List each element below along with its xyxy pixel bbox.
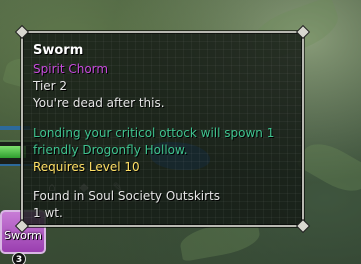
slot-count-badge: 3 xyxy=(12,252,26,264)
game-scene: ⌂ ◆ ✎ Sworm 3 Sworm Spirit Chorm Tier 2 … xyxy=(0,0,361,264)
item-name: Sworm xyxy=(33,43,84,58)
background-foliage xyxy=(295,134,361,201)
item-effect-line-1: Londing your criticol ottock will spown … xyxy=(33,126,275,140)
slot-label: Sworm xyxy=(4,229,42,242)
tooltip-corner xyxy=(16,26,28,38)
tooltip-corner xyxy=(297,220,309,232)
item-flavor-text: You're dead after this. xyxy=(33,96,165,110)
item-type: Spirit Chorm xyxy=(33,62,109,76)
item-tier: Tier 2 xyxy=(33,79,68,93)
item-tooltip: Sworm Spirit Chorm Tier 2 You're dead af… xyxy=(16,26,309,232)
item-effect-line-2: friendly Drogonfly Hollow. xyxy=(33,143,188,157)
item-location: Found in Soul Society Outskirts xyxy=(33,189,221,203)
item-weight: 1 wt. xyxy=(33,206,63,220)
item-requirement: Requires Level 10 xyxy=(33,160,140,174)
